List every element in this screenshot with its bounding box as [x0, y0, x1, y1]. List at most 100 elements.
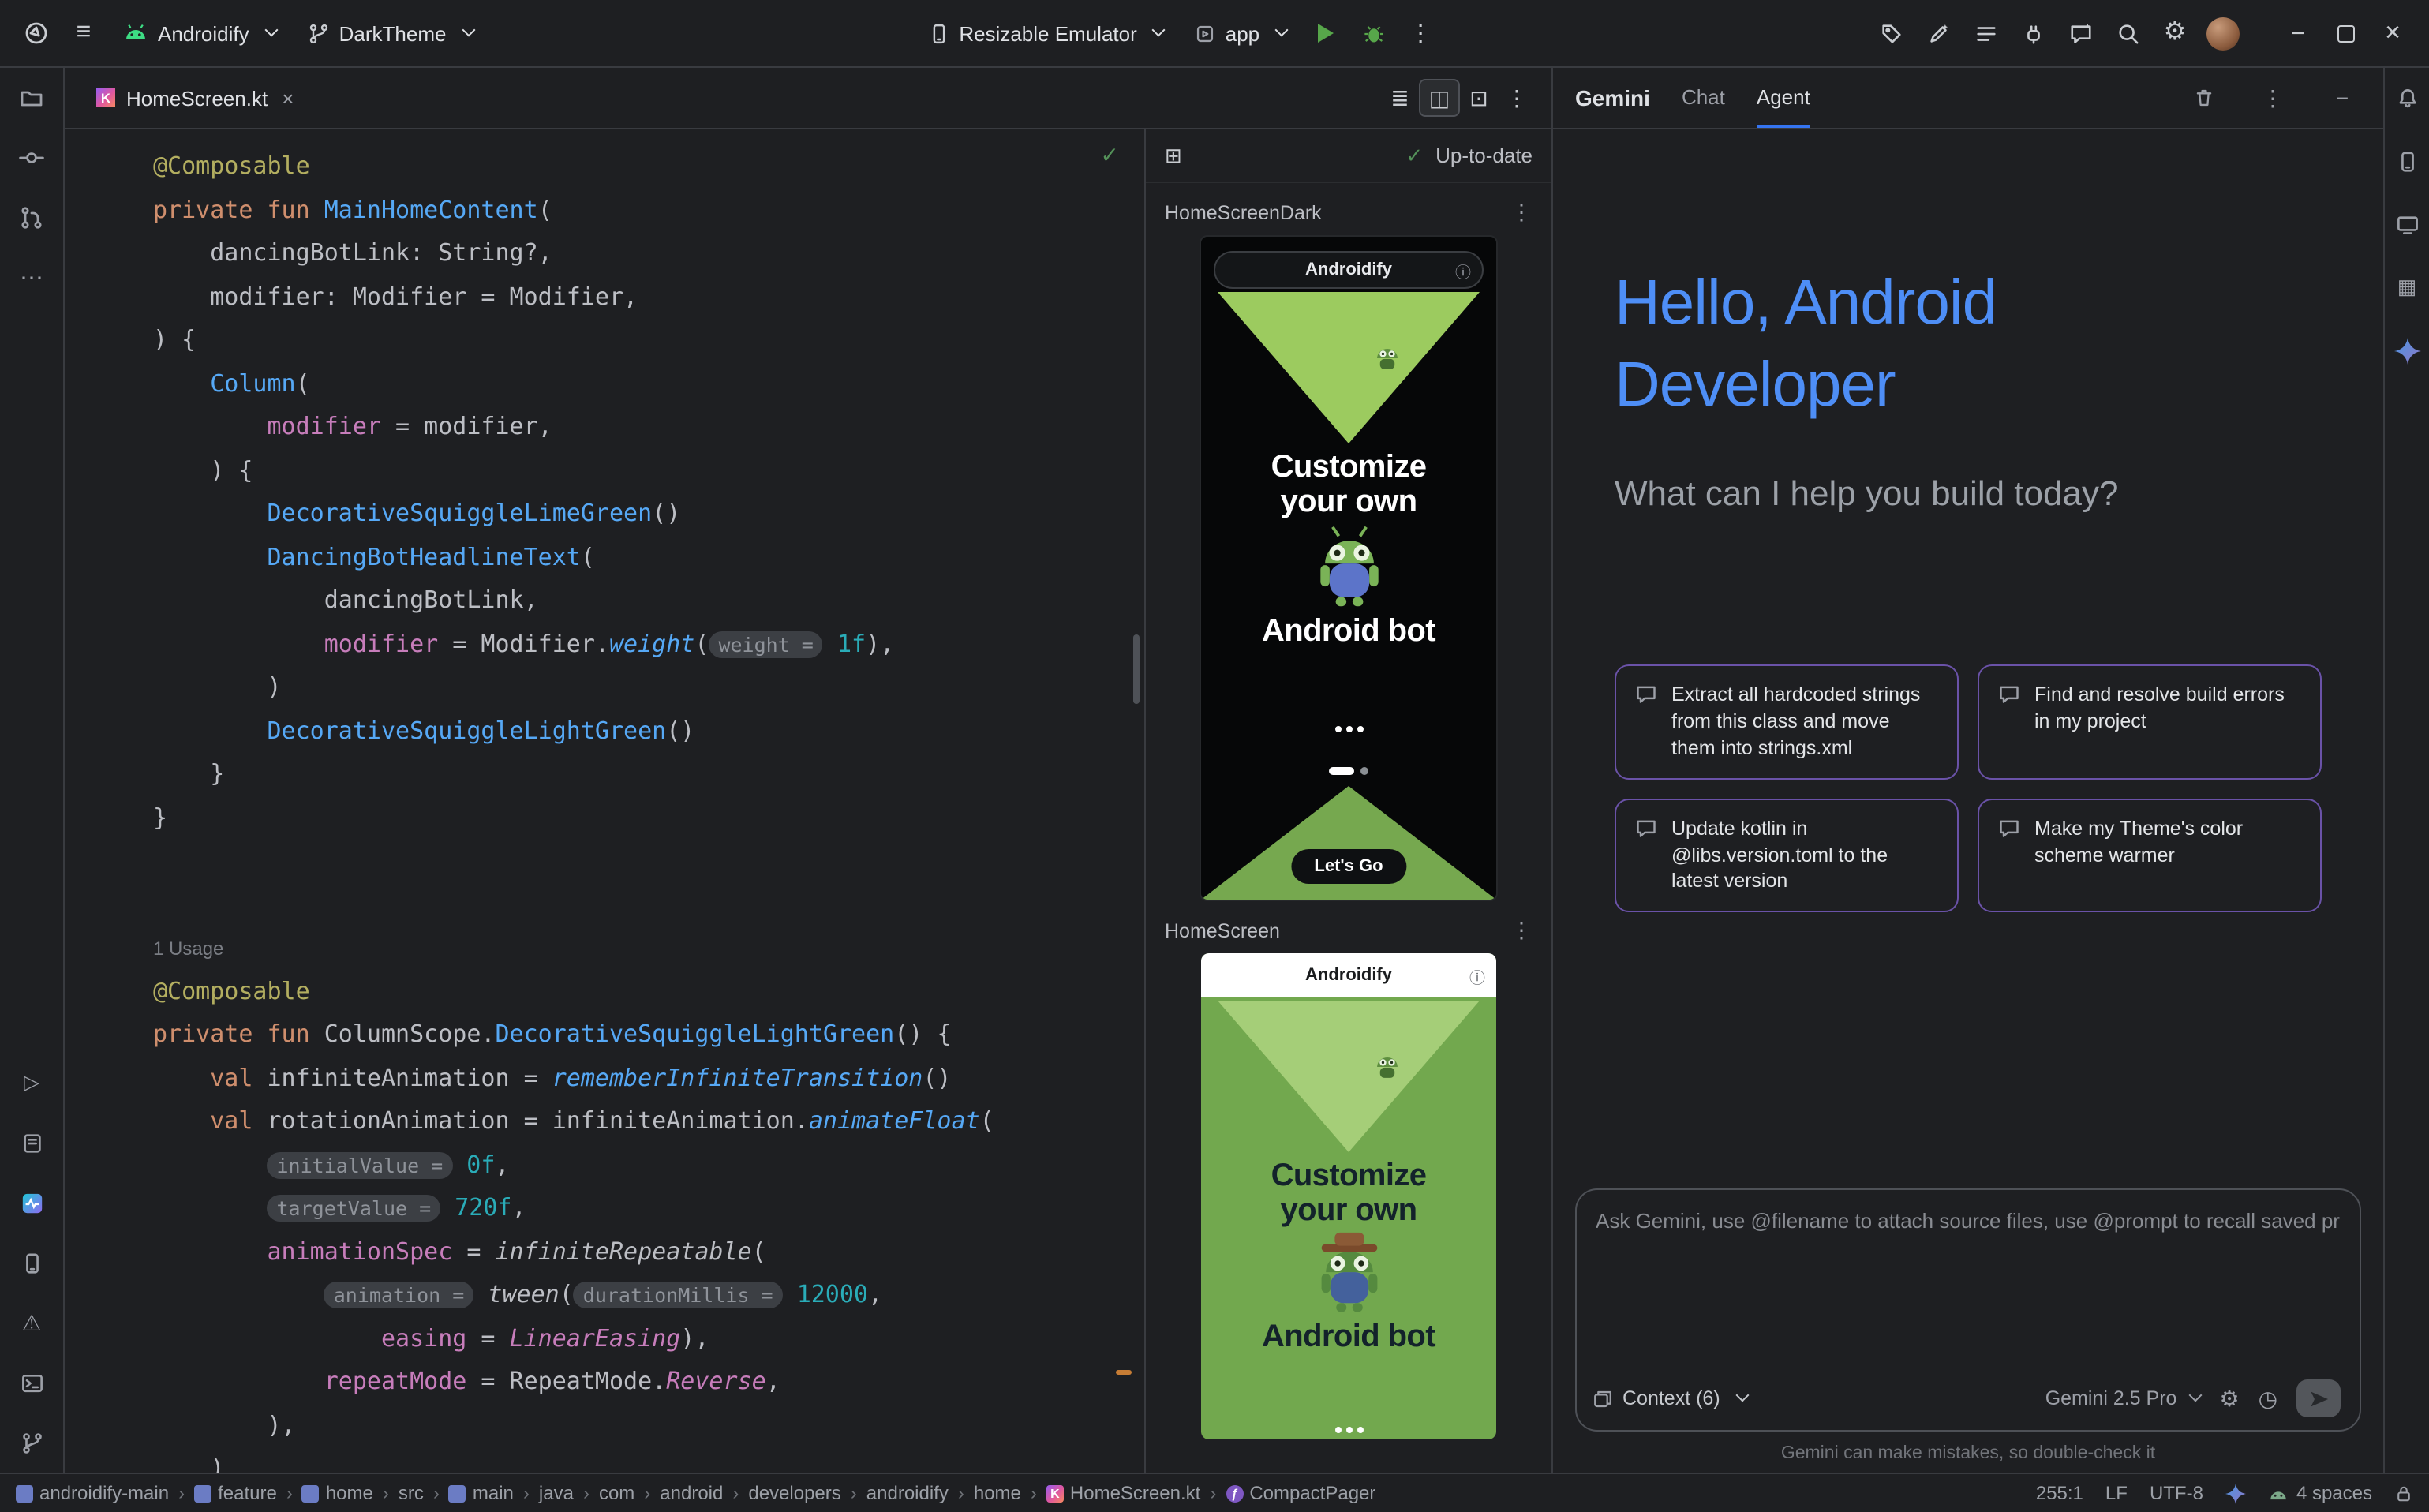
editor-tab-homescreen[interactable]: K HomeScreen.kt ×: [80, 68, 309, 128]
preview-toolbar: ⊞ ✓ Up-to-date: [1146, 129, 1551, 183]
send-button[interactable]: [2296, 1379, 2341, 1417]
gemini-subtitle: What can I help you build today?: [1615, 473, 2361, 515]
right-tool-stripe: ▦: [2383, 68, 2429, 1473]
inspections-ok-icon[interactable]: ✓: [1101, 142, 1119, 169]
tab-close-icon[interactable]: ×: [282, 86, 294, 110]
device-manager-icon[interactable]: [2390, 144, 2424, 178]
prompt-settings-gear-icon[interactable]: ⚙: [2219, 1387, 2239, 1409]
breadcrumb-item[interactable]: developers: [748, 1482, 840, 1504]
breadcrumb-item[interactable]: androidify-main: [16, 1482, 169, 1504]
editor-tabbar: K HomeScreen.kt × ≣ ◫ ⊡ ⋮: [65, 68, 1551, 129]
line-separator[interactable]: LF: [2105, 1482, 2128, 1504]
suggestion-card-strings[interactable]: Extract all hardcoded strings from this …: [1615, 664, 1959, 779]
window-minimize-button[interactable]: −: [2277, 13, 2319, 54]
breadcrumb-item[interactable]: java: [539, 1482, 574, 1504]
gemini-tool-icon[interactable]: [2390, 333, 2424, 368]
project-tool-icon[interactable]: [14, 80, 49, 115]
preview-name: HomeScreenDark: [1165, 201, 1322, 223]
context-selector[interactable]: Context (6): [1593, 1387, 1747, 1409]
breadcrumb-item[interactable]: KHomeScreen.kt: [1046, 1482, 1200, 1504]
suggestion-text: Find and resolve build errors in my proj…: [2034, 682, 2301, 735]
breadcrumb-item[interactable]: home: [974, 1482, 1021, 1504]
more-actions-icon[interactable]: ⋮: [1400, 13, 1441, 54]
code-editor[interactable]: @Composableprivate fun MainHomeContent( …: [65, 129, 1144, 1473]
readonly-lock-icon[interactable]: [2394, 1483, 2413, 1503]
ai-checklist-icon[interactable]: [1965, 13, 2006, 54]
terminal-tool-icon[interactable]: [14, 1365, 49, 1400]
ai-plug-icon[interactable]: [2012, 13, 2053, 54]
editor-preview-icon[interactable]: ⊡: [1460, 80, 1498, 115]
pull-requests-icon[interactable]: [14, 200, 49, 235]
window-close-button[interactable]: ×: [2372, 13, 2413, 54]
preview-homescreen[interactable]: Androidify ⓘ Customize your own: [1201, 953, 1496, 1439]
status-right: 255:1 LF UTF-8 4 spaces: [2036, 1482, 2413, 1504]
device-selector[interactable]: Resizable Emulator: [915, 13, 1176, 54]
run-configuration-selector[interactable]: app: [1183, 13, 1299, 54]
breadcrumb-separator: ›: [1031, 1482, 1037, 1504]
suggestion-card-update-kotlin[interactable]: Update kotlin in @libs.version.toml to t…: [1615, 798, 1959, 912]
commit-tool-icon[interactable]: [14, 140, 49, 175]
run-tool-icon[interactable]: ▷: [14, 1065, 49, 1100]
editor-scrollbar[interactable]: [1133, 634, 1140, 704]
running-devices-tool-icon[interactable]: [14, 1245, 49, 1280]
indent-setting[interactable]: 4 spaces: [2268, 1482, 2372, 1504]
preview-name: HomeScreen: [1165, 919, 1280, 941]
notifications-bell-icon[interactable]: [2390, 80, 2424, 115]
file-encoding[interactable]: UTF-8: [2150, 1482, 2203, 1504]
preview-menu-icon[interactable]: ⋮: [1510, 917, 1533, 944]
gemini-prompt-input[interactable]: Ask Gemini, use @filename to attach sour…: [1575, 1188, 2361, 1432]
preview-homescreendark[interactable]: Androidify ⓘ Customize your own: [1200, 235, 1498, 901]
window-maximize-button[interactable]: [2325, 13, 2366, 54]
breadcrumb-item[interactable]: com: [599, 1482, 634, 1504]
problems-tool-icon[interactable]: ⚠: [14, 1305, 49, 1340]
model-selector[interactable]: Gemini 2.5 Pro: [2045, 1387, 2201, 1409]
editor-options-icon[interactable]: ⋮: [1498, 80, 1536, 115]
editor-area: K HomeScreen.kt × ≣ ◫ ⊡ ⋮ @Composablepri…: [65, 68, 1551, 1473]
layout-inspector-icon[interactable]: ▦: [2390, 270, 2424, 305]
preview-grid-icon[interactable]: ⊞: [1165, 145, 1182, 166]
user-avatar[interactable]: [2202, 13, 2243, 54]
build-tool-icon[interactable]: [14, 1125, 49, 1160]
ai-rename-icon[interactable]: [1918, 13, 1959, 54]
preview-menu-icon[interactable]: ⋮: [1510, 199, 1533, 226]
profiler-tool-icon[interactable]: [14, 1185, 49, 1220]
breadcrumb-item[interactable]: androidify: [866, 1482, 949, 1504]
dots-ornament: [1201, 1427, 1496, 1433]
editor-list-icon[interactable]: ≣: [1381, 80, 1419, 115]
vcs-branch-selector[interactable]: DarkTheme: [295, 13, 486, 54]
breadcrumb-item[interactable]: src: [399, 1482, 424, 1504]
tab-agent[interactable]: Agent: [1757, 68, 1810, 128]
version-control-tool-icon[interactable]: [14, 1425, 49, 1460]
gemini-status-icon[interactable]: [2225, 1483, 2246, 1503]
project-selector[interactable]: Androidify: [110, 13, 289, 54]
split-editor-icon[interactable]: ◫: [1419, 79, 1460, 117]
run-button[interactable]: [1305, 13, 1346, 54]
running-devices-icon[interactable]: [2390, 207, 2424, 241]
prompt-history-clock-icon[interactable]: ◷: [2259, 1387, 2277, 1409]
more-tool-windows-icon[interactable]: ⋯: [14, 260, 49, 295]
breadcrumb-item[interactable]: home: [302, 1482, 373, 1504]
main-menu-icon[interactable]: ≡: [63, 13, 104, 54]
breadcrumb-item[interactable]: main: [449, 1482, 514, 1504]
debug-button[interactable]: [1353, 13, 1394, 54]
preview-app-bar: Androidify ⓘ: [1201, 953, 1496, 997]
suggestion-card-build-errors[interactable]: Find and resolve build errors in my proj…: [1978, 664, 2322, 779]
gemini-title: Gemini: [1575, 85, 1650, 110]
gemini-options-icon[interactable]: ⋮: [2254, 79, 2292, 117]
suggestion-card-theme-warmer[interactable]: Make my Theme's color scheme warmer: [1978, 798, 2322, 912]
tab-chat[interactable]: Chat: [1682, 68, 1725, 128]
breadcrumb: androidify-main›feature›home›src›main›ja…: [16, 1482, 1375, 1504]
ai-chat-icon[interactable]: [2060, 13, 2101, 54]
clear-chat-trash-icon[interactable]: [2184, 79, 2222, 117]
breadcrumb-item[interactable]: android: [660, 1482, 723, 1504]
status-bar: androidify-main›feature›home›src›main›ja…: [0, 1473, 2429, 1512]
device-name: Resizable Emulator: [959, 21, 1136, 45]
search-everywhere-icon[interactable]: [2107, 13, 2148, 54]
lets-go-button[interactable]: Let's Go: [1290, 849, 1406, 884]
breadcrumb-item[interactable]: feature: [194, 1482, 277, 1504]
hide-panel-icon[interactable]: −: [2323, 79, 2361, 117]
breadcrumb-item[interactable]: ƒCompactPager: [1226, 1482, 1375, 1504]
caret-position[interactable]: 255:1: [2036, 1482, 2083, 1504]
settings-gear-icon[interactable]: ⚙: [2154, 13, 2195, 54]
ai-tag-icon[interactable]: [1870, 13, 1911, 54]
